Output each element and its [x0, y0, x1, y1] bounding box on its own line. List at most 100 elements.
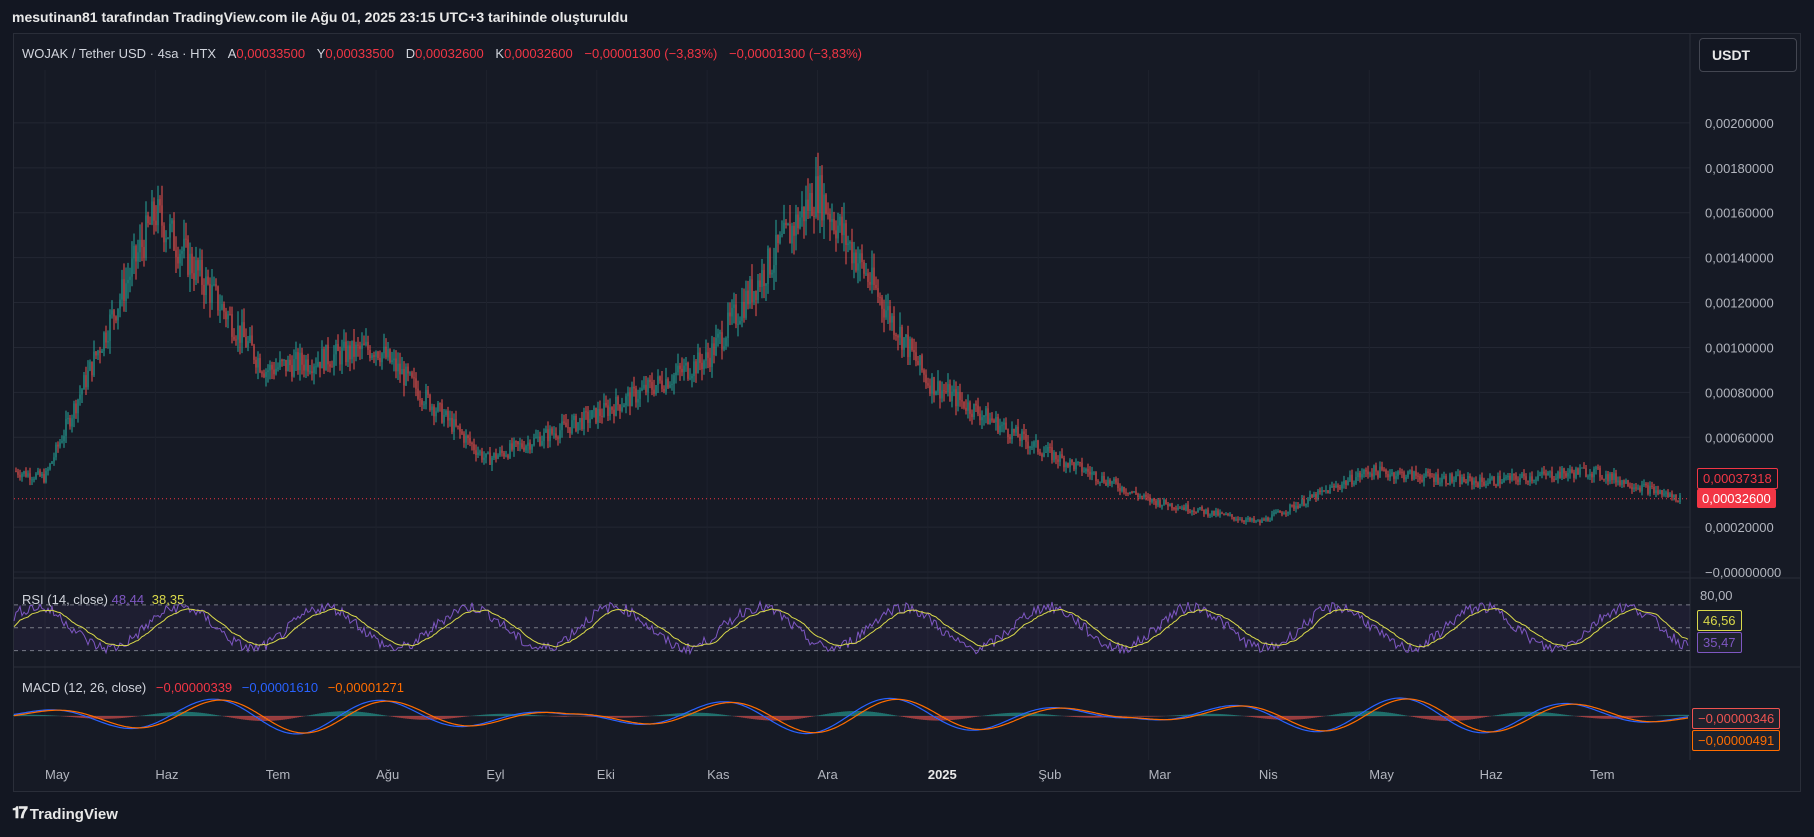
candle-body [753, 290, 755, 302]
candle-body [959, 391, 961, 401]
macd-histogram-bar [615, 716, 617, 718]
candle-body [1235, 519, 1237, 521]
macd-histogram-bar [673, 713, 675, 716]
sma-price-tag: 0,00037318 [1697, 468, 1778, 489]
candle-body [1639, 487, 1641, 492]
macd-histogram-bar [363, 712, 365, 716]
macd-histogram-bar [963, 716, 965, 719]
chart-canvas[interactable]: 0,00200000 0,00180000 0,00160000 0,00140000… [0, 0, 1814, 837]
macd-histogram-bar [1507, 713, 1509, 716]
candle-body [1483, 481, 1485, 486]
macd-hist-value: −0,00000339 [155, 680, 233, 695]
close-label: K [495, 46, 505, 61]
macd-histogram-bar [749, 716, 751, 719]
macd-histogram-bar [1355, 711, 1357, 716]
macd-histogram-bar [279, 716, 281, 721]
candle-body [127, 279, 129, 284]
macd-histogram-bar [215, 714, 217, 716]
candle-body [287, 359, 289, 372]
candle-body [921, 355, 923, 371]
macd-histogram-bar [537, 715, 539, 716]
candle-body [659, 376, 661, 381]
macd-histogram-bar [589, 716, 591, 717]
candle-body [655, 385, 657, 394]
macd-histogram-bar [393, 716, 395, 717]
candle-body [1027, 441, 1029, 449]
macd-histogram-bar [975, 716, 977, 717]
candle-body [141, 239, 143, 247]
candle-body [129, 276, 131, 280]
macd-histogram-bar [131, 716, 133, 717]
candle-body [95, 351, 97, 356]
macd-histogram-bar [211, 714, 213, 716]
currency-button[interactable]: USDT [1699, 38, 1797, 72]
macd-histogram-bar [835, 712, 837, 716]
macd-histogram-bar [1429, 716, 1431, 720]
candle-body [1449, 474, 1451, 485]
candle-body [1149, 497, 1151, 502]
candle-body [313, 366, 315, 374]
macd-histogram-bar [1083, 716, 1085, 718]
candle-body [1649, 485, 1651, 494]
candle-body [551, 428, 553, 434]
candle-body [583, 411, 585, 430]
time-axis-label: May [45, 767, 70, 782]
candle-body [1353, 483, 1355, 485]
macd-histogram-bar [323, 712, 325, 716]
macd-histogram-bar [23, 714, 25, 716]
macd-histogram-bar [761, 716, 763, 721]
candle-body [1209, 514, 1211, 516]
macd-histogram-bar [1391, 713, 1393, 716]
price-axis-label: 0,00080000 [1705, 385, 1774, 400]
candle-body [957, 391, 959, 407]
candle-body [915, 352, 917, 361]
macd-histogram-bar [531, 714, 533, 716]
candle-body [589, 418, 591, 423]
macd-histogram-bar [1421, 716, 1423, 719]
macd-histogram-bar [1141, 716, 1143, 717]
macd-histogram-bar [37, 714, 39, 716]
candle-body [1241, 519, 1243, 521]
macd-histogram-bar [1683, 714, 1685, 716]
candle-body [869, 281, 871, 285]
macd-histogram-bar [827, 713, 829, 716]
macd-histogram-bar [929, 716, 931, 721]
candle-body [271, 364, 273, 370]
macd-histogram-bar [1687, 714, 1689, 716]
macd-histogram-bar [1309, 716, 1311, 719]
candle-body [1587, 476, 1589, 478]
macd-histogram-bar [1311, 716, 1313, 719]
macd-histogram-bar [989, 714, 991, 716]
candle-body [199, 259, 201, 271]
candle-body [1599, 467, 1601, 478]
candle-body [1611, 473, 1613, 481]
macd-histogram-bar [315, 714, 317, 716]
candle-body [145, 215, 147, 258]
macd-histogram-bar [145, 715, 147, 716]
candle-body [361, 343, 363, 350]
candle-body [147, 215, 149, 224]
macd-histogram-bar [1235, 715, 1237, 716]
macd-histogram-bar [49, 715, 51, 716]
candle-body [1287, 511, 1289, 514]
candle-body [1485, 483, 1487, 486]
macd-histogram-bar [711, 713, 713, 716]
grid-lines [14, 34, 1800, 760]
macd-histogram-bar [395, 716, 397, 718]
change-value: −0,00001300 (−3,83%) [584, 46, 718, 61]
candle-body [1211, 510, 1213, 515]
candle-body [821, 175, 823, 221]
candle-body [1271, 514, 1273, 521]
candle-body [837, 225, 839, 239]
macd-histogram-bar [1473, 716, 1475, 720]
candle-body [399, 363, 401, 375]
tradingview-logo[interactable]: 𝟏𝟕 TradingView [12, 805, 118, 823]
macd-histogram-bar [1423, 716, 1425, 719]
candle-body [467, 435, 469, 438]
macd-histogram-bar [927, 716, 929, 721]
candle-body [1657, 490, 1659, 494]
macd-histogram-bar [1417, 716, 1419, 718]
time-axis-label: Tem [1590, 767, 1615, 782]
candle-body [853, 252, 855, 264]
candle-body [1093, 472, 1095, 474]
